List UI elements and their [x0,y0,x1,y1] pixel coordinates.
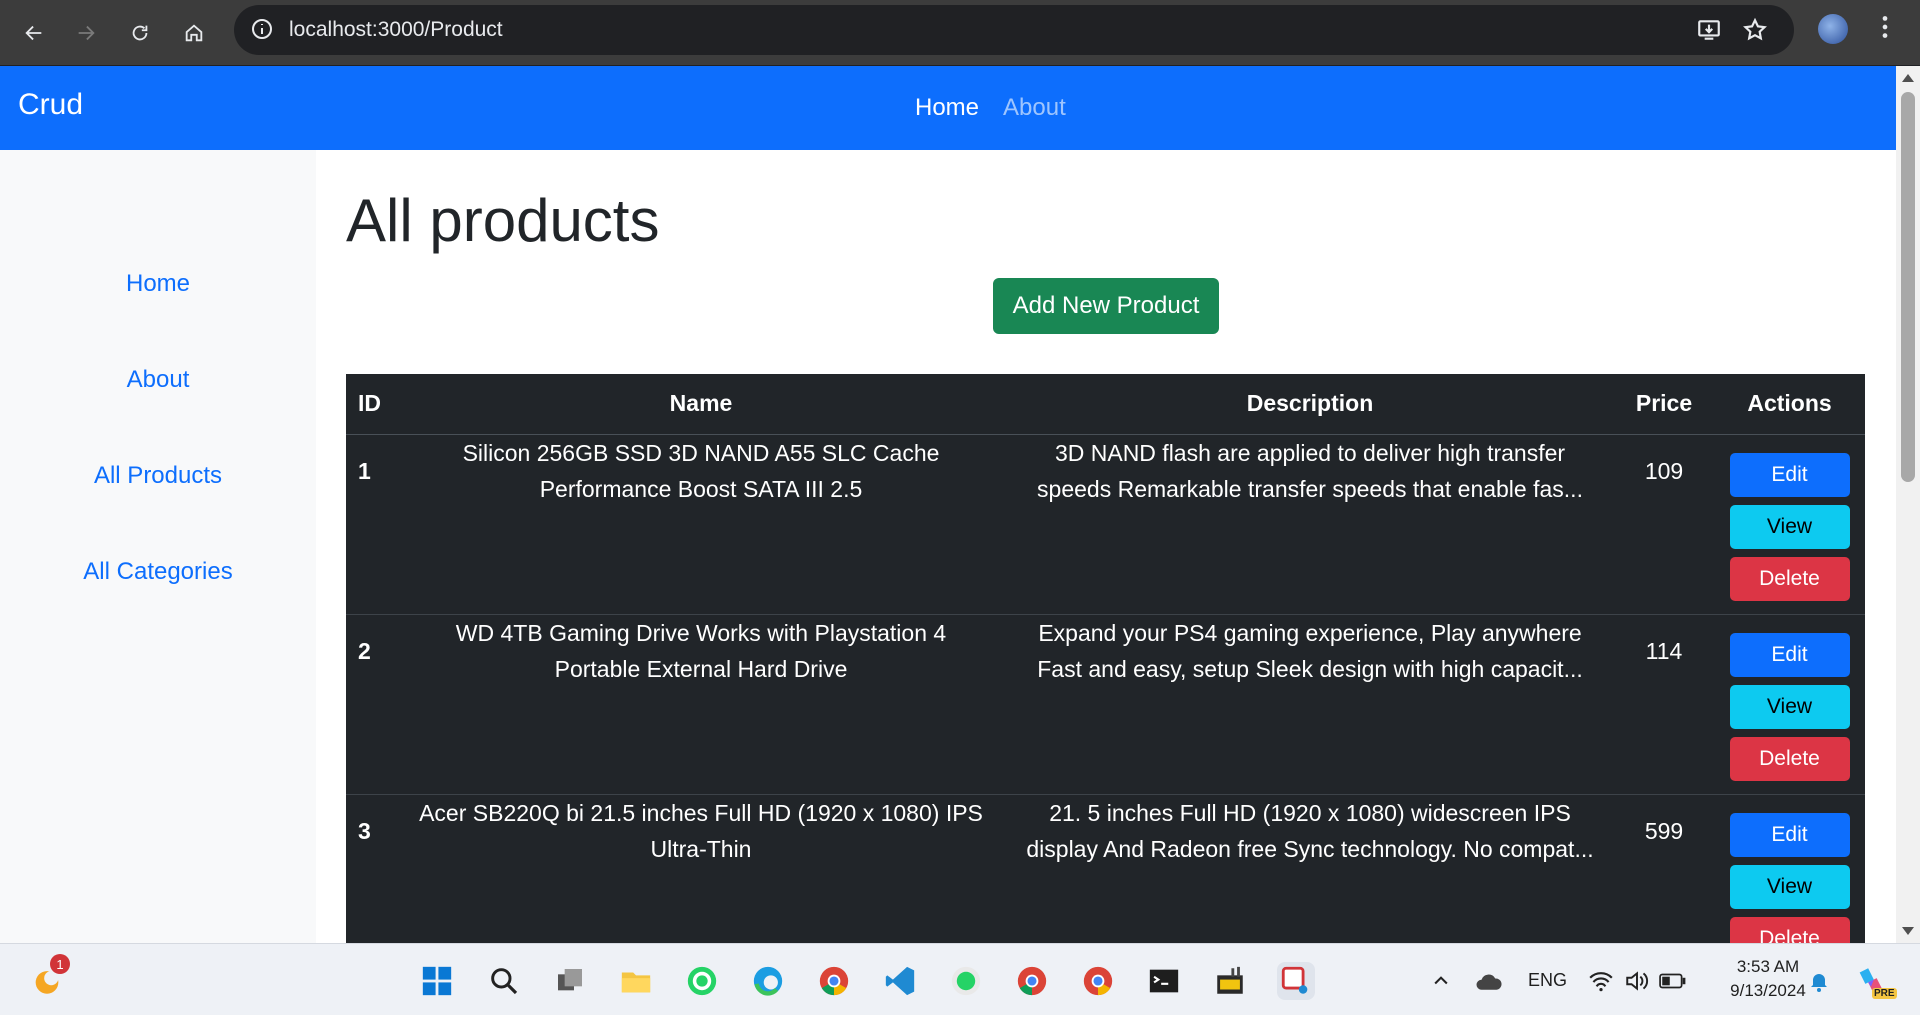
header-price: Price [1614,374,1714,435]
terminal-icon[interactable] [1145,962,1183,1000]
main-content: All products Add New Product ID Name Des… [316,150,1896,943]
home-icon[interactable] [172,11,216,55]
media-player-icon[interactable] [1211,962,1249,1000]
task-view-icon[interactable] [551,962,589,1000]
add-new-product-button[interactable]: Add New Product [993,278,1219,334]
edit-button[interactable]: Edit [1729,812,1850,857]
delete-button[interactable]: Delete [1729,556,1850,601]
cell-description: 3D NAND flash are applied to deliver hig… [1006,434,1614,615]
chrome-profile-icon[interactable] [1013,962,1051,1000]
view-button[interactable]: View [1729,504,1850,549]
back-icon[interactable] [12,11,56,55]
widgets-badge: 1 [50,954,70,974]
sidebar-item-all-products[interactable]: All Products [0,462,316,490]
table-row: 2 WD 4TB Gaming Drive Works with Playsta… [346,614,1865,795]
site-info-icon[interactable] [250,17,274,45]
table-row: 3 Acer SB220Q bi 21.5 inches Full HD (19… [346,794,1865,943]
bookmark-star-icon[interactable] [1742,17,1768,47]
page-title: All products [346,187,660,254]
cell-id: 3 [346,794,396,943]
battery-icon[interactable] [1654,962,1692,1000]
cell-price: 599 [1614,794,1714,943]
start-icon[interactable] [418,962,456,1000]
delete-button[interactable]: Delete [1729,736,1850,781]
navbar-links: Home About [915,94,1066,122]
cell-description: 21. 5 inches Full HD (1920 x 1080) wides… [1006,794,1614,943]
copilot-badge: PRE [1872,988,1897,999]
volume-icon[interactable] [1618,962,1656,1000]
cell-price: 114 [1614,614,1714,795]
forward-icon[interactable] [64,11,108,55]
language-indicator[interactable]: ENG [1528,970,1567,991]
products-table: ID Name Description Price Actions 1 Sili… [346,374,1865,943]
scrollbar-thumb[interactable] [1901,92,1915,482]
cell-actions: Edit View Delete [1714,614,1865,795]
snipping-tool-icon[interactable] [1277,962,1315,1000]
header-actions: Actions [1714,374,1865,435]
cell-id: 1 [346,434,396,615]
scroll-up-icon[interactable] [1902,74,1914,82]
navbar-brand[interactable]: Crud [18,88,83,122]
onedrive-icon[interactable] [1470,962,1508,1000]
install-app-icon[interactable] [1696,17,1722,47]
edge-icon[interactable] [749,962,787,1000]
cell-id: 2 [346,614,396,795]
page-scrollbar[interactable] [1896,66,1920,943]
chrome-second-profile-icon[interactable] [1079,962,1117,1000]
sidebar-item-home[interactable]: Home [0,270,316,298]
cell-actions: Edit View Delete [1714,434,1865,615]
sidebar-item-all-categories[interactable]: All Categories [0,558,316,586]
cell-description: Expand your PS4 gaming experience, Play … [1006,614,1614,795]
header-description: Description [1006,374,1614,435]
wifi-icon[interactable] [1582,962,1620,1000]
chevron-up-icon[interactable] [1422,962,1460,1000]
sidebar: Home About All Products All Categories [0,150,316,943]
view-button[interactable]: View [1729,684,1850,729]
url-text[interactable]: localhost:3000/Product [289,18,503,42]
nav-link-home[interactable]: Home [915,94,979,122]
page-viewport: Crud Home About Home About All Products … [0,66,1896,943]
browser-toolbar: localhost:3000/Product [0,0,1920,66]
header-id: ID [346,374,396,435]
nav-link-about[interactable]: About [1003,94,1066,122]
search-icon[interactable] [485,962,523,1000]
table-row: 1 Silicon 256GB SSD 3D NAND A55 SLC Cach… [346,434,1865,615]
notification-bell-icon[interactable] [1800,962,1838,1000]
whatsapp-web-icon[interactable] [947,962,985,1000]
table-header-row: ID Name Description Price Actions [346,374,1865,435]
more-menu-icon[interactable] [1872,12,1898,46]
profile-avatar[interactable] [1818,14,1848,44]
header-name: Name [396,374,1006,435]
reload-icon[interactable] [118,11,162,55]
chrome-icon[interactable] [815,962,853,1000]
address-bar[interactable]: localhost:3000/Product [234,5,1794,55]
cell-name: WD 4TB Gaming Drive Works with Playstati… [396,614,1006,795]
edit-button[interactable]: Edit [1729,632,1850,677]
delete-button[interactable]: Delete [1729,916,1850,943]
scroll-down-icon[interactable] [1902,927,1914,935]
cell-actions: Edit View Delete [1714,794,1865,943]
cell-name: Acer SB220Q bi 21.5 inches Full HD (1920… [396,794,1006,943]
windows-taskbar: 1 ENG 3:53 AM 9/13/2024 PRE [0,943,1920,1015]
whatsapp-icon[interactable] [683,962,721,1000]
products-table-wrapper: ID Name Description Price Actions 1 Sili… [346,374,1865,943]
sidebar-item-about[interactable]: About [0,366,316,394]
cell-price: 109 [1614,434,1714,615]
file-explorer-icon[interactable] [617,962,655,1000]
view-button[interactable]: View [1729,864,1850,909]
top-navbar: Crud Home About [0,66,1896,150]
vscode-icon[interactable] [881,962,919,1000]
cell-name: Silicon 256GB SSD 3D NAND A55 SLC Cache … [396,434,1006,615]
edit-button[interactable]: Edit [1729,452,1850,497]
